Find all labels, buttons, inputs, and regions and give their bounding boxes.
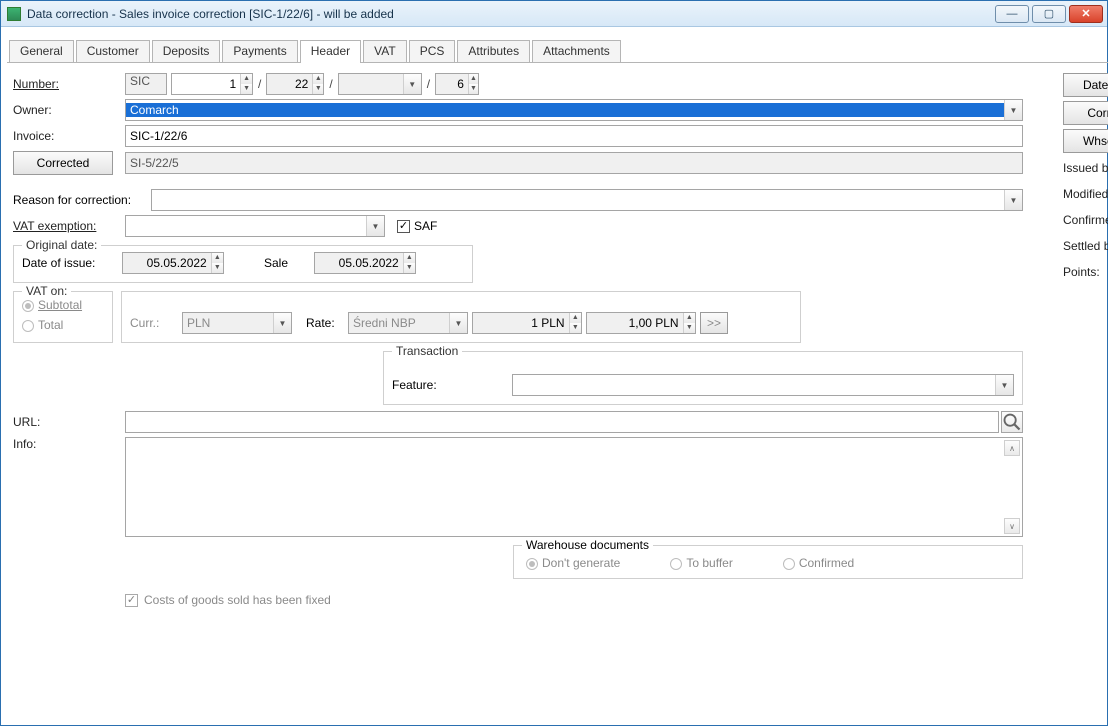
number-seq-spinner[interactable]: ▲▼	[171, 73, 253, 95]
vat-exemption-label: VAT exemption:	[13, 219, 125, 233]
chevron-down-icon: ▼	[995, 375, 1013, 395]
corrected-button[interactable]: Corrected	[13, 151, 113, 175]
tab-deposits[interactable]: Deposits	[152, 40, 221, 62]
settled-by-label: Settled by:	[1063, 239, 1108, 253]
chevron-down-icon: ▼	[403, 74, 421, 94]
window: Data correction - Sales invoice correcti…	[0, 0, 1108, 726]
vat-on-group: VAT on: Subtotal Total	[13, 291, 113, 343]
radio-wh-to-buffer	[670, 558, 682, 570]
issued-by-label: Issued by:	[1063, 161, 1108, 175]
orig-sale-label: Sale	[264, 256, 314, 270]
radio-total	[22, 320, 34, 332]
owner-label: Owner:	[13, 103, 125, 117]
tab-payments[interactable]: Payments	[222, 40, 297, 62]
currency-group: . Curr.: PLN▼ Rate: Średni NBP▼ ▲▼	[121, 291, 801, 343]
rate-from-spinner: ▲▼	[472, 312, 582, 334]
corrections-button[interactable]: Corrections	[1063, 101, 1108, 125]
tab-vat[interactable]: VAT	[363, 40, 407, 62]
vat-on-legend: VAT on:	[22, 284, 71, 298]
tab-pcs[interactable]: PCS	[409, 40, 456, 62]
feature-label: Feature:	[392, 378, 512, 392]
number-prefix: SIC	[125, 73, 167, 95]
number-blank-combo[interactable]: ▼	[338, 73, 422, 95]
reason-combo[interactable]: ▼	[151, 189, 1023, 211]
original-date-legend: Original date:	[22, 238, 101, 252]
scroll-up-icon[interactable]: ∧	[1004, 440, 1020, 456]
number-row: Number: SIC ▲▼ / ▲▼ / ▼ / ▲▼	[13, 73, 1023, 95]
tab-attributes[interactable]: Attributes	[457, 40, 530, 62]
number-year	[267, 74, 312, 94]
tab-header[interactable]: Header	[300, 40, 361, 63]
maximize-button[interactable]: ▢	[1032, 5, 1066, 23]
url-label: URL:	[13, 415, 125, 429]
modified-by-label: Modified by:	[1063, 187, 1108, 201]
warehouse-documents-group: Warehouse documents Don't generate To bu…	[513, 545, 1023, 579]
rate-to-spinner: ▲▼	[586, 312, 696, 334]
number-last-spinner: ▲▼	[435, 73, 479, 95]
number-label: Number:	[13, 77, 125, 91]
url-browse-button[interactable]	[1001, 411, 1023, 433]
reason-label: Reason for correction:	[13, 193, 151, 207]
vat-exemption-combo[interactable]: ▼	[125, 215, 385, 237]
tabs: General Customer Deposits Payments Heade…	[7, 37, 1108, 63]
points-label: Points:	[1063, 265, 1108, 279]
number-seq[interactable]	[172, 74, 240, 94]
currency-combo: PLN▼	[182, 312, 292, 334]
saf-checkbox[interactable]	[397, 220, 410, 233]
radio-subtotal	[22, 300, 34, 312]
owner-combo[interactable]: Comarch▼	[125, 99, 1023, 121]
app-icon	[7, 7, 21, 21]
whse-receipt-button[interactable]: Whse receipt	[1063, 129, 1108, 153]
date-of-issue-button[interactable]: Date of issue	[1063, 73, 1108, 97]
orig-date-issue-spinner: ▲▼	[122, 252, 224, 274]
confirmed-by-label: Confirmed by:	[1063, 213, 1108, 227]
titlebar: Data correction - Sales invoice correcti…	[1, 1, 1107, 27]
window-controls: — ▢ ✕	[995, 5, 1103, 23]
feature-combo[interactable]: ▼	[512, 374, 1014, 396]
info-textarea[interactable]: ∧ ∨	[125, 437, 1023, 537]
rate-type-combo: Średni NBP▼	[348, 312, 468, 334]
tab-attachments[interactable]: Attachments	[532, 40, 621, 62]
transaction-legend: Transaction	[392, 344, 462, 358]
minimize-button[interactable]: —	[995, 5, 1029, 23]
chevron-down-icon: ▼	[1004, 190, 1022, 210]
search-icon	[1002, 412, 1022, 432]
orig-date-sale-spinner: ▲▼	[314, 252, 416, 274]
curr-label: Curr.:	[130, 316, 182, 330]
url-input[interactable]	[125, 411, 999, 433]
original-date-group: Original date: Date of issue: ▲▼ Sale ▲▼	[13, 245, 473, 283]
cogs-label: Costs of goods sold has been fixed	[144, 593, 331, 607]
info-label: Info:	[13, 437, 125, 451]
saf-label: SAF	[414, 219, 437, 233]
wh-legend: Warehouse documents	[522, 538, 653, 552]
scroll-down-icon[interactable]: ∨	[1004, 518, 1020, 534]
chevron-down-icon: ▼	[366, 216, 384, 236]
window-title: Data correction - Sales invoice correcti…	[27, 7, 995, 21]
cogs-checkbox	[125, 594, 138, 607]
rate-go-button[interactable]: >>	[700, 312, 728, 334]
tab-customer[interactable]: Customer	[76, 40, 150, 62]
close-button[interactable]: ✕	[1069, 5, 1103, 23]
invoice-label: Invoice:	[13, 129, 125, 143]
number-last	[436, 74, 468, 94]
corrected-input	[125, 152, 1023, 174]
number-year-spinner: ▲▼	[266, 73, 324, 95]
rate-label: Rate:	[306, 316, 348, 330]
transaction-group: Transaction Feature: ▼	[383, 351, 1023, 405]
chevron-down-icon: ▼	[1004, 100, 1022, 120]
radio-wh-confirmed	[783, 558, 795, 570]
owner-value: Comarch	[126, 103, 1004, 117]
radio-dont-generate	[526, 558, 538, 570]
tab-general[interactable]: General	[9, 40, 74, 62]
orig-date-issue-label: Date of issue:	[22, 256, 122, 270]
invoice-input[interactable]	[125, 125, 1023, 147]
